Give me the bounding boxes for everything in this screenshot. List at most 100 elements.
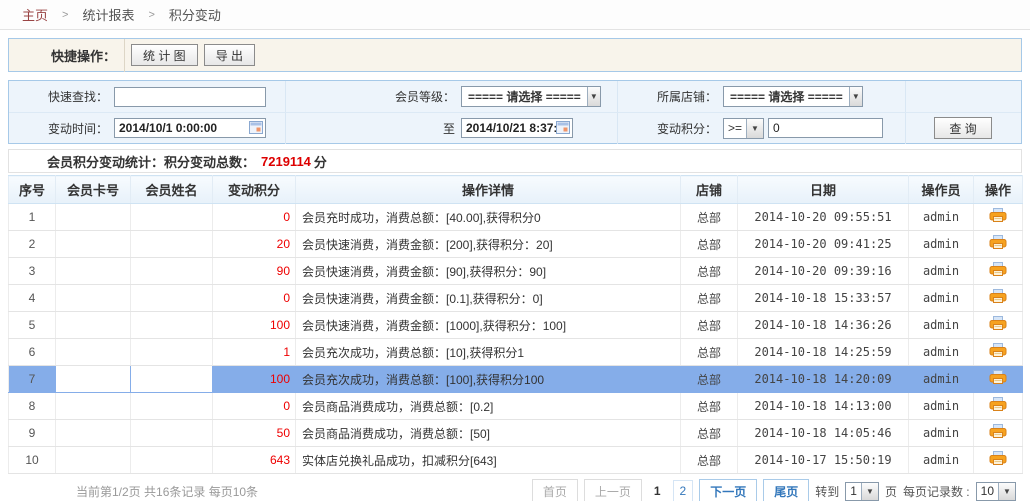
table-row[interactable]: 8 0 会员商品消费成功，消费总额：[0.2] 总部 2014-10-18 14…: [9, 393, 1023, 420]
operation-detail-cell: 会员快速消费，消费金额：[1000],获得积分：100]: [296, 312, 681, 339]
breadcrumb-reports[interactable]: 统计报表: [82, 5, 134, 24]
printer-icon[interactable]: [989, 397, 1007, 412]
member-name-cell: [131, 420, 213, 447]
shop-cell: 总部: [681, 258, 738, 285]
first-page-button[interactable]: 首页: [532, 479, 578, 501]
export-button[interactable]: 导 出: [204, 44, 255, 66]
operator-cell: admin: [909, 204, 974, 231]
print-cell: [974, 447, 1023, 474]
shop-cell: 总部: [681, 366, 738, 393]
points-change-cell: 0: [213, 204, 296, 231]
shop-cell: 总部: [681, 339, 738, 366]
table-row[interactable]: 10 643 实体店兑换礼品成功，扣减积分[643] 总部 2014-10-17…: [9, 447, 1023, 474]
calendar-icon[interactable]: [556, 121, 570, 134]
operator-cell: admin: [909, 339, 974, 366]
printer-icon[interactable]: [989, 208, 1007, 223]
chevron-down-icon: ▼: [746, 119, 763, 138]
points-change-cell: 100: [213, 366, 296, 393]
prev-page-button[interactable]: 上一页: [584, 479, 642, 501]
member-card-cell: [56, 393, 131, 420]
operation-detail-cell: 会员商品消费成功，消费总额：[0.2]: [296, 393, 681, 420]
print-cell: [974, 366, 1023, 393]
member-card-cell: [56, 366, 131, 393]
shop-select-value: ===== 请选择 =====: [724, 88, 849, 105]
next-page-button[interactable]: 下一页: [699, 479, 757, 501]
calendar-icon[interactable]: [249, 121, 263, 134]
row-index: 7: [9, 366, 56, 393]
printer-icon[interactable]: [989, 451, 1007, 466]
printer-icon[interactable]: [989, 370, 1007, 385]
operator-cell: admin: [909, 231, 974, 258]
points-change-cell: 90: [213, 258, 296, 285]
printer-icon[interactable]: [989, 424, 1007, 439]
table-header-row: 序号 会员卡号 会员姓名 变动积分 操作详情 店铺 日期 操作员 操作: [9, 176, 1023, 204]
operator-cell: admin: [909, 312, 974, 339]
member-card-cell: [56, 447, 131, 474]
goto-page-select[interactable]: 1 ▼: [845, 482, 879, 501]
row-index: 3: [9, 258, 56, 285]
shop-cell: 总部: [681, 393, 738, 420]
date-cell: 2014-10-20 09:41:25: [738, 231, 909, 258]
operator-cell: admin: [909, 420, 974, 447]
results-table-wrap: 序号 会员卡号 会员姓名 变动积分 操作详情 店铺 日期 操作员 操作 1 0 …: [8, 175, 1022, 474]
search-button[interactable]: 查 询: [934, 117, 992, 139]
printer-icon[interactable]: [989, 235, 1007, 250]
shop-cell: 总部: [681, 447, 738, 474]
member-card-cell: [56, 420, 131, 447]
last-page-button[interactable]: 尾页: [763, 479, 809, 501]
member-name-cell: [131, 231, 213, 258]
table-row[interactable]: 5 100 会员快速消费，消费金额：[1000],获得积分：100] 总部 20…: [9, 312, 1023, 339]
quick-find-input[interactable]: [114, 87, 266, 107]
pagination-bar: 当前第1/2页 共16条记录 每页10条 首页 上一页 1 2 下一页 尾页 转…: [8, 478, 1022, 501]
header-shop: 店铺: [681, 176, 738, 204]
member-card-cell: [56, 258, 131, 285]
shop-cell: 总部: [681, 420, 738, 447]
shop-label: 所属店铺：: [618, 88, 723, 105]
table-row[interactable]: 9 50 会员商品消费成功，消费总额：[50] 总部 2014-10-18 14…: [9, 420, 1023, 447]
member-name-cell: [131, 258, 213, 285]
quick-actions-label: 快捷操作：: [51, 46, 116, 65]
print-cell: [974, 204, 1023, 231]
pagination-status: 当前第1/2页 共16条记录 每页10条: [76, 483, 258, 500]
page-number-1[interactable]: 1: [648, 481, 667, 501]
points-value-input[interactable]: [768, 118, 883, 138]
date-cell: 2014-10-18 14:20:09: [738, 366, 909, 393]
points-change-table: 序号 会员卡号 会员姓名 变动积分 操作详情 店铺 日期 操作员 操作 1 0 …: [8, 175, 1023, 474]
shop-select[interactable]: ===== 请选择 ===== ▼: [723, 86, 863, 107]
date-cell: 2014-10-18 14:36:26: [738, 312, 909, 339]
points-change-cell: 0: [213, 285, 296, 312]
page-number-2[interactable]: 2: [673, 480, 694, 501]
printer-icon[interactable]: [989, 262, 1007, 277]
operation-detail-cell: 会员充时成功，消费总额：[40.00],获得积分0: [296, 204, 681, 231]
member-name-cell: [131, 339, 213, 366]
table-row[interactable]: 6 1 会员充次成功，消费总额：[10],获得积分1 总部 2014-10-18…: [9, 339, 1023, 366]
printer-icon[interactable]: [989, 316, 1007, 331]
printer-icon[interactable]: [989, 343, 1007, 358]
breadcrumb-home[interactable]: 主页: [22, 5, 48, 24]
table-row[interactable]: 1 0 会员充时成功，消费总额：[40.00],获得积分0 总部 2014-10…: [9, 204, 1023, 231]
date-cell: 2014-10-17 15:50:19: [738, 447, 909, 474]
chevron-down-icon: ▼: [998, 483, 1015, 500]
member-card-cell: [56, 285, 131, 312]
operation-detail-cell: 会员充次成功，消费总额：[10],获得积分1: [296, 339, 681, 366]
chart-button[interactable]: 统 计 图: [131, 44, 198, 66]
shop-cell: 总部: [681, 204, 738, 231]
table-row[interactable]: 3 90 会员快速消费，消费金额：[90],获得积分：90] 总部 2014-1…: [9, 258, 1023, 285]
per-page-select[interactable]: 10 ▼: [976, 482, 1016, 501]
printer-icon[interactable]: [989, 289, 1007, 304]
operator-cell: admin: [909, 393, 974, 420]
row-index: 1: [9, 204, 56, 231]
date-cell: 2014-10-20 09:39:16: [738, 258, 909, 285]
table-row[interactable]: 7 100 会员充次成功，消费总额：[100],获得积分100 总部 2014-…: [9, 366, 1023, 393]
member-level-select[interactable]: ===== 请选择 ===== ▼: [461, 86, 601, 107]
time-from-input[interactable]: [114, 118, 266, 138]
breadcrumb-current: 积分变动: [169, 5, 221, 24]
points-operator-select[interactable]: >= ▼: [723, 118, 764, 139]
date-cell: 2014-10-18 15:33:57: [738, 285, 909, 312]
goto-page-value: 1: [846, 484, 861, 498]
header-member-card: 会员卡号: [56, 176, 131, 204]
member-card-cell: [56, 339, 131, 366]
table-row[interactable]: 2 20 会员快速消费，消费金额：[200],获得积分：20] 总部 2014-…: [9, 231, 1023, 258]
row-index: 2: [9, 231, 56, 258]
table-row[interactable]: 4 0 会员快速消费，消费金额：[0.1],获得积分：0] 总部 2014-10…: [9, 285, 1023, 312]
